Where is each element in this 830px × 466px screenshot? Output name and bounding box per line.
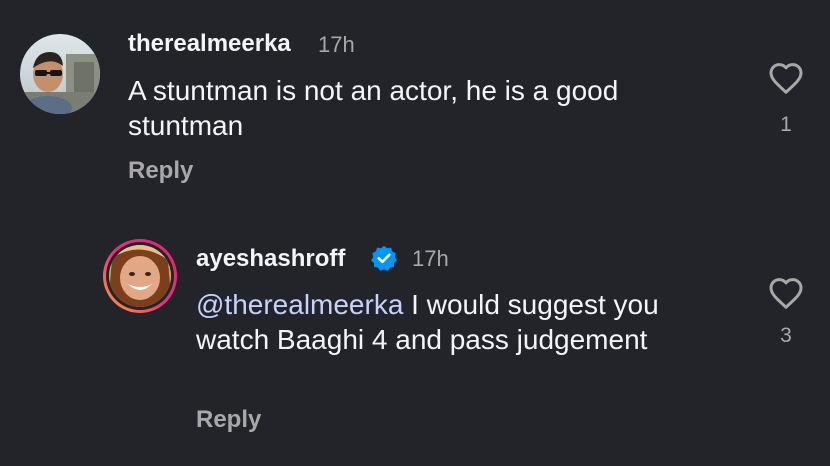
reply-text: @therealmeerka I would suggest you watch… xyxy=(196,287,696,357)
like-count: 3 xyxy=(780,324,792,347)
like-button[interactable] xyxy=(768,61,804,95)
mention-link[interactable]: @therealmeerka xyxy=(196,289,403,320)
heart-icon xyxy=(769,63,803,94)
heart-icon xyxy=(769,278,803,309)
like-count: 1 xyxy=(780,113,792,136)
avatar-ayeshashroff[interactable] xyxy=(102,238,178,314)
comment-text: A stuntman is not an actor, he is a good… xyxy=(128,75,619,141)
like-button[interactable] xyxy=(768,276,804,310)
reply-timestamp: 17h xyxy=(412,246,449,271)
reply-username[interactable]: ayeshashroff xyxy=(196,245,345,273)
comment-timestamp: 17h xyxy=(318,32,355,57)
reply-button[interactable]: Reply xyxy=(128,157,193,185)
avatar-therealmeerka[interactable] xyxy=(20,34,100,114)
reply-item: ayeshashroff 17h @therealmeerka I would … xyxy=(0,0,830,466)
reply-button[interactable]: Reply xyxy=(196,406,261,434)
verified-badge-icon xyxy=(370,244,398,272)
comment-item: therealmeerka 17h A stuntman is not an a… xyxy=(0,0,830,466)
comment-username[interactable]: therealmeerka xyxy=(128,30,291,58)
